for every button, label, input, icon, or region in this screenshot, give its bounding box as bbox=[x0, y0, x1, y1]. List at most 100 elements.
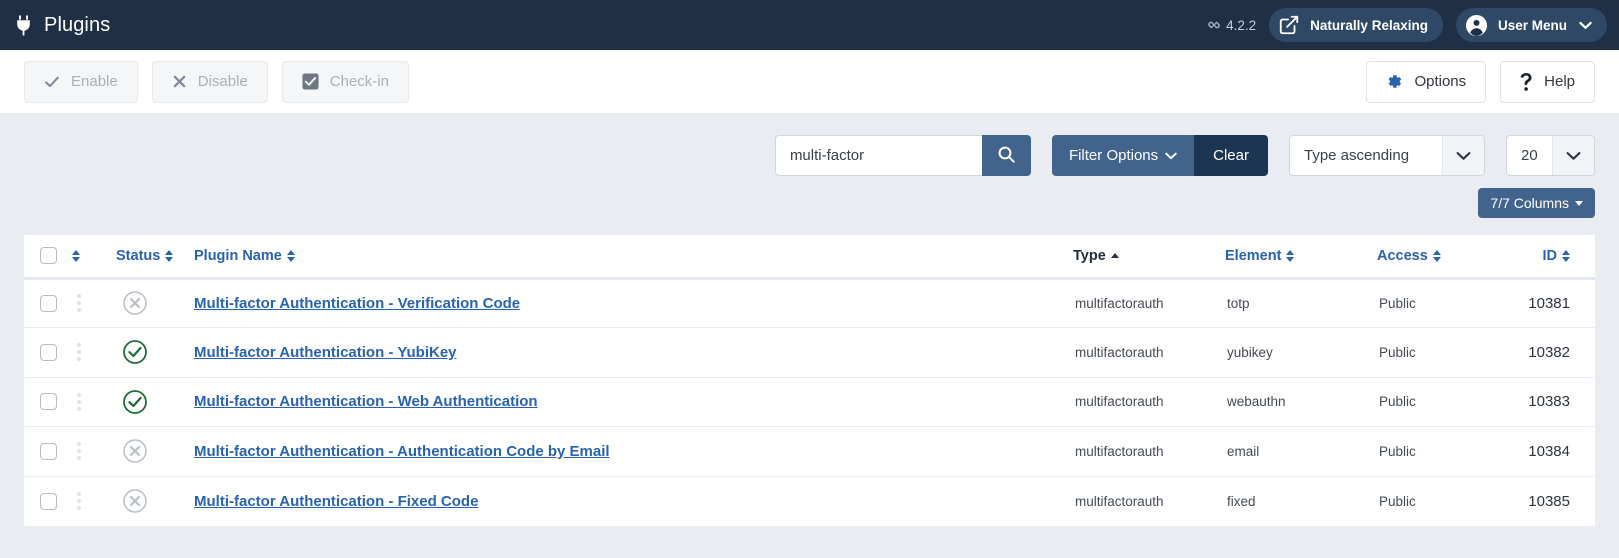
toolbar-right-group: Options Help bbox=[1366, 60, 1595, 103]
check-circle-icon[interactable] bbox=[122, 339, 148, 365]
drag-handle-icon[interactable] bbox=[72, 392, 86, 411]
row-status-cell bbox=[116, 278, 194, 328]
row-drag-cell bbox=[72, 426, 116, 477]
site-link-button[interactable]: Naturally Relaxing bbox=[1269, 8, 1443, 42]
version-label: 4.2.2 bbox=[1226, 17, 1257, 33]
clear-button[interactable]: Clear bbox=[1194, 135, 1268, 176]
drag-handle-icon[interactable] bbox=[72, 442, 86, 461]
search-icon bbox=[997, 145, 1016, 167]
options-button[interactable]: Options bbox=[1366, 60, 1487, 103]
x-circle-icon[interactable] bbox=[122, 290, 148, 316]
table-body: Multi-factor Authentication - Verificati… bbox=[24, 278, 1595, 526]
x-circle-icon[interactable] bbox=[122, 488, 148, 514]
row-check-cell bbox=[24, 377, 72, 427]
search-button[interactable] bbox=[981, 135, 1031, 176]
ordering-select[interactable]: Type ascending bbox=[1289, 135, 1485, 176]
row-id-value: 10383 bbox=[1528, 393, 1570, 411]
column-header-access[interactable]: Access bbox=[1377, 235, 1507, 280]
checkin-label: Check-in bbox=[329, 73, 389, 90]
row-id-cell: 10384 bbox=[1507, 426, 1595, 477]
enable-button[interactable]: Enable bbox=[24, 60, 138, 103]
plugin-name-link[interactable]: Multi-factor Authentication - Fixed Code bbox=[194, 493, 478, 510]
row-checkbox[interactable] bbox=[40, 343, 57, 361]
list-limit-value: 20 bbox=[1521, 147, 1538, 164]
search-input[interactable] bbox=[774, 135, 982, 176]
help-button[interactable]: Help bbox=[1500, 60, 1595, 103]
plugin-name-link[interactable]: Multi-factor Authentication - YubiKey bbox=[194, 344, 457, 361]
row-status-cell bbox=[116, 377, 194, 427]
column-header-element-label: Element bbox=[1225, 247, 1282, 264]
drag-handle-icon[interactable] bbox=[72, 492, 86, 510]
filter-group: Filter Options Clear bbox=[1051, 135, 1268, 176]
row-access-cell: Public bbox=[1377, 377, 1507, 427]
caret-down-icon bbox=[1575, 200, 1583, 206]
columns-row: 7/7 Columns bbox=[24, 188, 1595, 218]
filter-options-label: Filter Options bbox=[1068, 147, 1159, 164]
column-header-element[interactable]: Element bbox=[1225, 235, 1377, 280]
row-id-cell: 10382 bbox=[1507, 327, 1595, 378]
column-header-type[interactable]: Type bbox=[1073, 235, 1225, 280]
row-checkbox[interactable] bbox=[40, 393, 57, 411]
row-id-value: 10384 bbox=[1528, 442, 1570, 460]
row-type-cell: multifactorauth bbox=[1073, 377, 1225, 427]
toolbar-left-group: Enable Disable Check-in bbox=[24, 60, 409, 103]
chevron-down-icon bbox=[1552, 136, 1594, 175]
table-header: Status Plugin Name Type Element Access I… bbox=[24, 235, 1595, 280]
row-id-cell: 10381 bbox=[1507, 278, 1595, 328]
drag-handle-icon[interactable] bbox=[72, 343, 86, 362]
row-checkbox[interactable] bbox=[40, 294, 57, 312]
row-id-value: 10382 bbox=[1528, 343, 1570, 361]
disable-button[interactable]: Disable bbox=[151, 60, 268, 103]
row-id-cell: 10385 bbox=[1507, 476, 1595, 526]
check-icon bbox=[44, 74, 60, 90]
column-header-type-label: Type bbox=[1073, 247, 1106, 264]
column-header-ordering[interactable] bbox=[72, 235, 116, 280]
column-header-id[interactable]: ID bbox=[1507, 235, 1595, 280]
chevron-down-icon bbox=[1442, 136, 1484, 175]
user-menu-button[interactable]: User Menu bbox=[1455, 8, 1607, 42]
list-limit-select[interactable]: 20 bbox=[1506, 135, 1595, 176]
options-label: Options bbox=[1414, 73, 1467, 90]
row-checkbox[interactable] bbox=[40, 492, 57, 510]
row-checkbox[interactable] bbox=[40, 442, 57, 460]
plugin-name-link[interactable]: Multi-factor Authentication - Web Authen… bbox=[194, 393, 538, 410]
ordering-value: Type ascending bbox=[1304, 147, 1410, 164]
gear-icon bbox=[1386, 73, 1403, 90]
row-check-cell bbox=[24, 327, 72, 378]
chevron-down-icon bbox=[1165, 147, 1177, 164]
enable-label: Enable bbox=[71, 73, 118, 90]
row-id-value: 10381 bbox=[1528, 294, 1570, 312]
check-circle-icon[interactable] bbox=[122, 389, 148, 415]
row-name-cell: Multi-factor Authentication - Verificati… bbox=[194, 278, 1073, 328]
plugin-name-link[interactable]: Multi-factor Authentication - Authentica… bbox=[194, 443, 610, 460]
row-element-cell: totp bbox=[1225, 278, 1377, 328]
disable-label: Disable bbox=[197, 73, 248, 90]
plugins-table-container: Status Plugin Name Type Element Access I… bbox=[24, 235, 1595, 526]
row-type-cell: multifactorauth bbox=[1073, 426, 1225, 477]
column-header-status[interactable]: Status bbox=[116, 235, 194, 280]
plug-icon bbox=[14, 14, 33, 36]
checkin-button[interactable]: Check-in bbox=[281, 60, 409, 103]
column-header-plugin-name[interactable]: Plugin Name bbox=[194, 235, 1073, 280]
table-row: Multi-factor Authentication - Fixed Code… bbox=[24, 476, 1595, 526]
row-name-cell: Multi-factor Authentication - Authentica… bbox=[194, 426, 1073, 477]
question-icon bbox=[1520, 72, 1533, 91]
clear-label: Clear bbox=[1213, 147, 1249, 164]
row-name-cell: Multi-factor Authentication - Web Authen… bbox=[194, 377, 1073, 427]
drag-handle-icon[interactable] bbox=[72, 294, 86, 313]
sort-asc-icon bbox=[1110, 253, 1119, 259]
row-name-cell: Multi-factor Authentication - YubiKey bbox=[194, 327, 1073, 378]
select-all-checkbox[interactable] bbox=[40, 247, 57, 265]
row-id-cell: 10383 bbox=[1507, 377, 1595, 427]
columns-toggle-button[interactable]: 7/7 Columns bbox=[1478, 188, 1595, 218]
row-check-cell bbox=[24, 278, 72, 328]
plugin-name-link[interactable]: Multi-factor Authentication - Verificati… bbox=[194, 295, 520, 312]
filter-options-button[interactable]: Filter Options bbox=[1051, 135, 1195, 176]
row-element-cell: yubikey bbox=[1225, 327, 1377, 378]
content-area: Filter Options Clear Type ascending 20 bbox=[0, 114, 1619, 558]
filter-bar: Filter Options Clear Type ascending 20 bbox=[24, 114, 1595, 176]
user-circle-icon bbox=[1465, 14, 1488, 37]
user-menu-label: User Menu bbox=[1497, 17, 1567, 33]
x-circle-icon[interactable] bbox=[122, 438, 148, 464]
page-title: Plugins bbox=[44, 13, 111, 36]
